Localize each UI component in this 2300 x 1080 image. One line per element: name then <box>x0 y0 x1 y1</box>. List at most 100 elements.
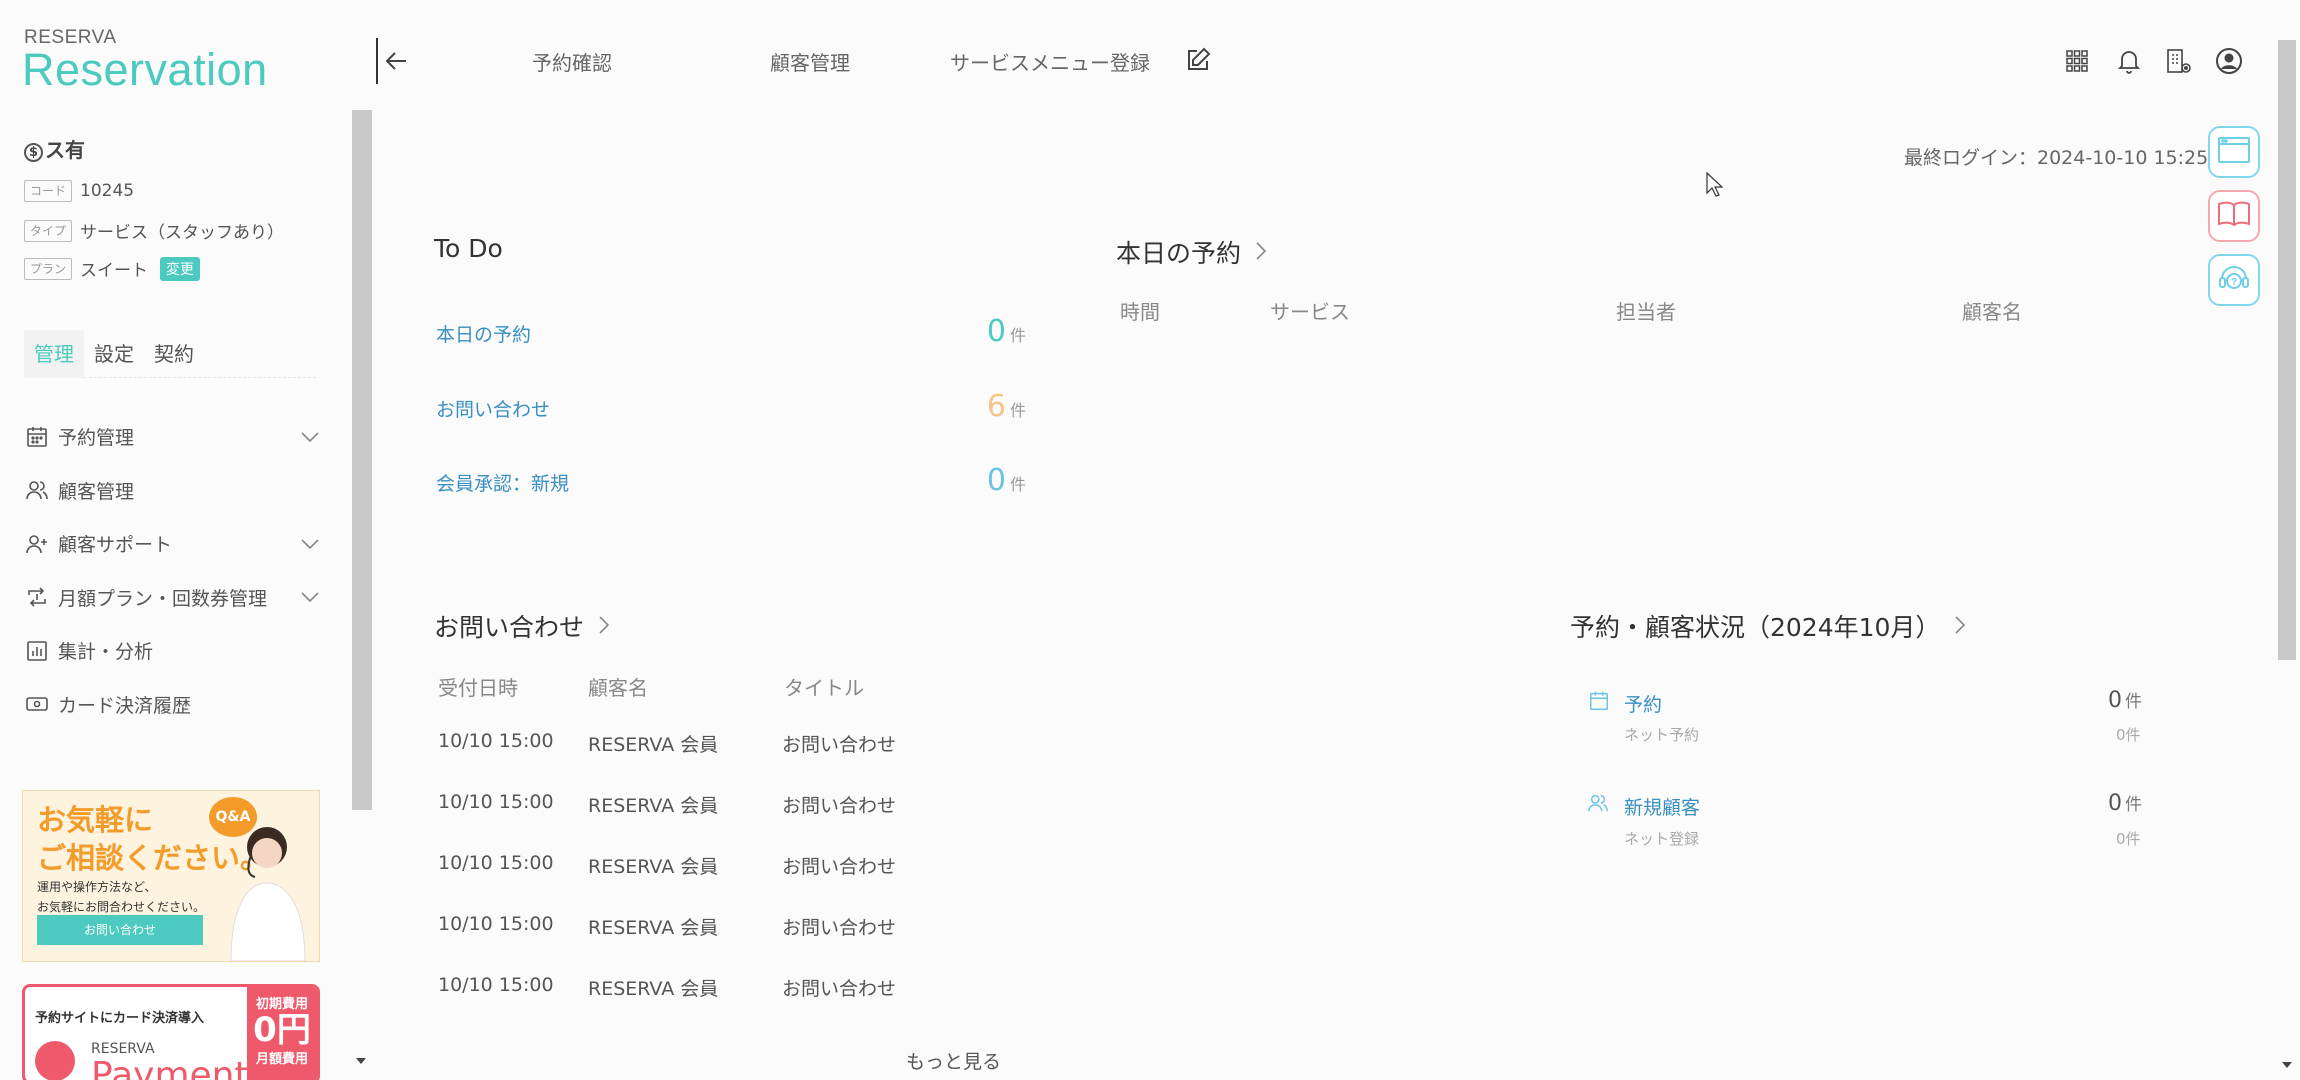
inquiry-date: 10/10 15:00 <box>438 852 554 874</box>
chevron-right-icon[interactable] <box>1255 238 1267 267</box>
inquiry-customer: RESERVA 会員 <box>588 917 719 939</box>
money-card-icon <box>24 691 50 717</box>
scroll-thumb[interactable] <box>2278 40 2296 660</box>
todo-label[interactable]: 会員承認：新規 <box>436 469 569 496</box>
sidebar-item-label: 顧客管理 <box>58 480 135 503</box>
sidebar-tabs: 管理 設定 契約 <box>24 330 316 378</box>
stat-unit: 件 <box>2125 795 2142 815</box>
bar-chart-icon <box>24 638 50 664</box>
inquiry-title[interactable]: お問い合わせ <box>782 730 896 757</box>
sidebar-item-reservations[interactable]: 予約管理 <box>24 410 320 464</box>
stat-new-customers-label[interactable]: 新規顧客 <box>1624 793 1700 820</box>
bell-icon[interactable] <box>2114 46 2144 76</box>
inquiry-customer: RESERVA 会員 <box>588 978 719 1000</box>
nav-customer-management[interactable]: 顧客管理 <box>770 47 850 76</box>
contact-button[interactable]: お問い合わせ <box>37 915 203 945</box>
code-tag: コード <box>24 180 73 202</box>
nav-reservation-check[interactable]: 予約確認 <box>532 47 612 76</box>
sidebar-item-customers[interactable]: 顧客管理 <box>24 464 320 518</box>
stat-net-reservations-label: ネット予約 <box>1624 726 1700 744</box>
todo-unit: 件 <box>1009 475 1026 494</box>
sidebar-item-label: 予約管理 <box>58 427 135 450</box>
tab-contract[interactable]: 契約 <box>144 330 204 378</box>
scroll-down-arrow-icon[interactable] <box>356 1058 366 1064</box>
inquiry-title[interactable]: お問い合わせ <box>782 852 896 879</box>
chevron-down-icon[interactable] <box>300 586 320 608</box>
today-reservations-title[interactable]: 本日の予約 <box>1116 234 1267 270</box>
payment-banner[interactable]: 予約サイトにカード決済導入 RESERVA Payment 初期費用 0円 月額… <box>22 984 320 1080</box>
todo-item-today[interactable]: 本日の予約 0 件 <box>436 314 1026 349</box>
todo-label[interactable]: 本日の予約 <box>436 320 531 347</box>
sidebar-item-card-history[interactable]: カード決済履歴 <box>24 678 320 732</box>
stat-count: 0 <box>2108 791 2122 816</box>
consult-banner[interactable]: お気軽に ご相談ください。 Q&A 運用や操作方法など、 お気軽にお問合わせくだ… <box>22 790 320 962</box>
stat-net-reservations-count: 0件 <box>2116 726 2141 744</box>
col-service: サービス <box>1270 300 1350 324</box>
stat-unit: 件 <box>2125 692 2142 712</box>
scroll-down-arrow-icon[interactable] <box>2282 1062 2292 1068</box>
repeat-icon <box>24 584 50 610</box>
nav-service-menu[interactable]: サービスメニュー登録 <box>950 47 1150 76</box>
last-login: 最終ログイン：2024-10-10 15:25 <box>1904 147 2209 169</box>
inquiry-title[interactable]: お問い合わせ <box>782 913 896 940</box>
col-title: タイトル <box>784 676 864 700</box>
col-staff: 担当者 <box>1616 300 1676 324</box>
manual-book-button[interactable] <box>2208 190 2260 242</box>
sidebar-item-support[interactable]: 顧客サポート <box>24 517 320 571</box>
todo-unit: 件 <box>1009 326 1026 345</box>
col-time: 時間 <box>1120 300 1160 324</box>
inquiries-title[interactable]: お問い合わせ <box>434 608 610 644</box>
chevron-right-icon[interactable] <box>598 612 610 641</box>
manual-book-icon <box>2217 200 2251 232</box>
brand-logo[interactable]: Reservation <box>22 44 268 96</box>
consult-sub-line2: お気軽にお問合わせください。 <box>37 900 206 914</box>
todo-item-member-approval[interactable]: 会員承認：新規 0 件 <box>436 463 1026 498</box>
initial-fee-value: 0円 <box>253 1010 311 1050</box>
plan-tag: プラン <box>24 257 73 280</box>
inquiry-customer: RESERVA 会員 <box>588 734 719 756</box>
payment-text: 予約サイトにカード決済導入 <box>35 1011 205 1026</box>
inquiry-title[interactable]: お問い合わせ <box>782 791 896 818</box>
store-type-row: タイプ サービス（スタッフあり） <box>24 218 284 243</box>
stat-count: 0 <box>2108 688 2122 713</box>
todo-count: 0 <box>986 463 1006 498</box>
stat-reservations-label[interactable]: 予約 <box>1624 690 1662 717</box>
inquiry-title[interactable]: お問い合わせ <box>782 974 896 1001</box>
todo-title-text: To Do <box>434 234 503 263</box>
chevron-right-icon[interactable] <box>1954 612 1966 641</box>
more-link[interactable]: もっと見る <box>906 1047 1001 1074</box>
sidebar-item-label: カード決済履歴 <box>58 694 192 717</box>
edit-icon[interactable] <box>1184 46 1212 78</box>
inquiry-date: 10/10 15:00 <box>438 791 554 813</box>
todo-item-inquiries[interactable]: お問い合わせ 6 件 <box>436 389 1026 424</box>
chevron-down-icon[interactable] <box>300 426 320 448</box>
change-plan-button[interactable]: 変更 <box>160 256 201 281</box>
store-name: $ ス有 <box>24 134 85 163</box>
status-title[interactable]: 予約・顧客状況（2024年10月） <box>1570 608 1966 644</box>
support-button[interactable]: ? <box>2208 254 2260 306</box>
tab-manage[interactable]: 管理 <box>24 330 84 378</box>
store-code-row: コード 10245 <box>24 180 134 202</box>
currency-icon: $ <box>24 143 43 162</box>
sidebar-item-analytics[interactable]: 集計・分析 <box>24 624 320 678</box>
apps-grid-icon[interactable] <box>2062 46 2092 76</box>
main-scrollbar[interactable] <box>2276 40 2298 1080</box>
monthly-fee-label: 月額費用 <box>255 1052 308 1067</box>
chevron-down-icon[interactable] <box>300 533 320 555</box>
sidebar-item-label: 月額プラン・回数券管理 <box>58 587 268 610</box>
sidebar-scrollbar[interactable] <box>352 110 372 810</box>
account-icon[interactable] <box>2214 46 2244 76</box>
tab-settings[interactable]: 設定 <box>84 330 144 378</box>
stat-net-registrations-count: 0件 <box>2116 830 2141 848</box>
browser-window-button[interactable] <box>2208 126 2260 178</box>
sidebar-item-plans[interactable]: 月額プラン・回数券管理 <box>24 571 320 625</box>
store-code: 10245 <box>80 181 135 201</box>
todo-label[interactable]: お問い合わせ <box>436 395 550 422</box>
building-settings-icon[interactable] <box>2164 46 2194 76</box>
inquiry-date: 10/10 15:00 <box>438 913 554 935</box>
col-customer-name: 顧客名 <box>588 676 648 700</box>
back-arrow-icon[interactable] <box>384 48 410 78</box>
store-plan-row: プラン スイート 変更 <box>24 256 201 281</box>
calendar-icon <box>1588 690 1610 716</box>
credit-card-icon <box>35 1041 75 1080</box>
